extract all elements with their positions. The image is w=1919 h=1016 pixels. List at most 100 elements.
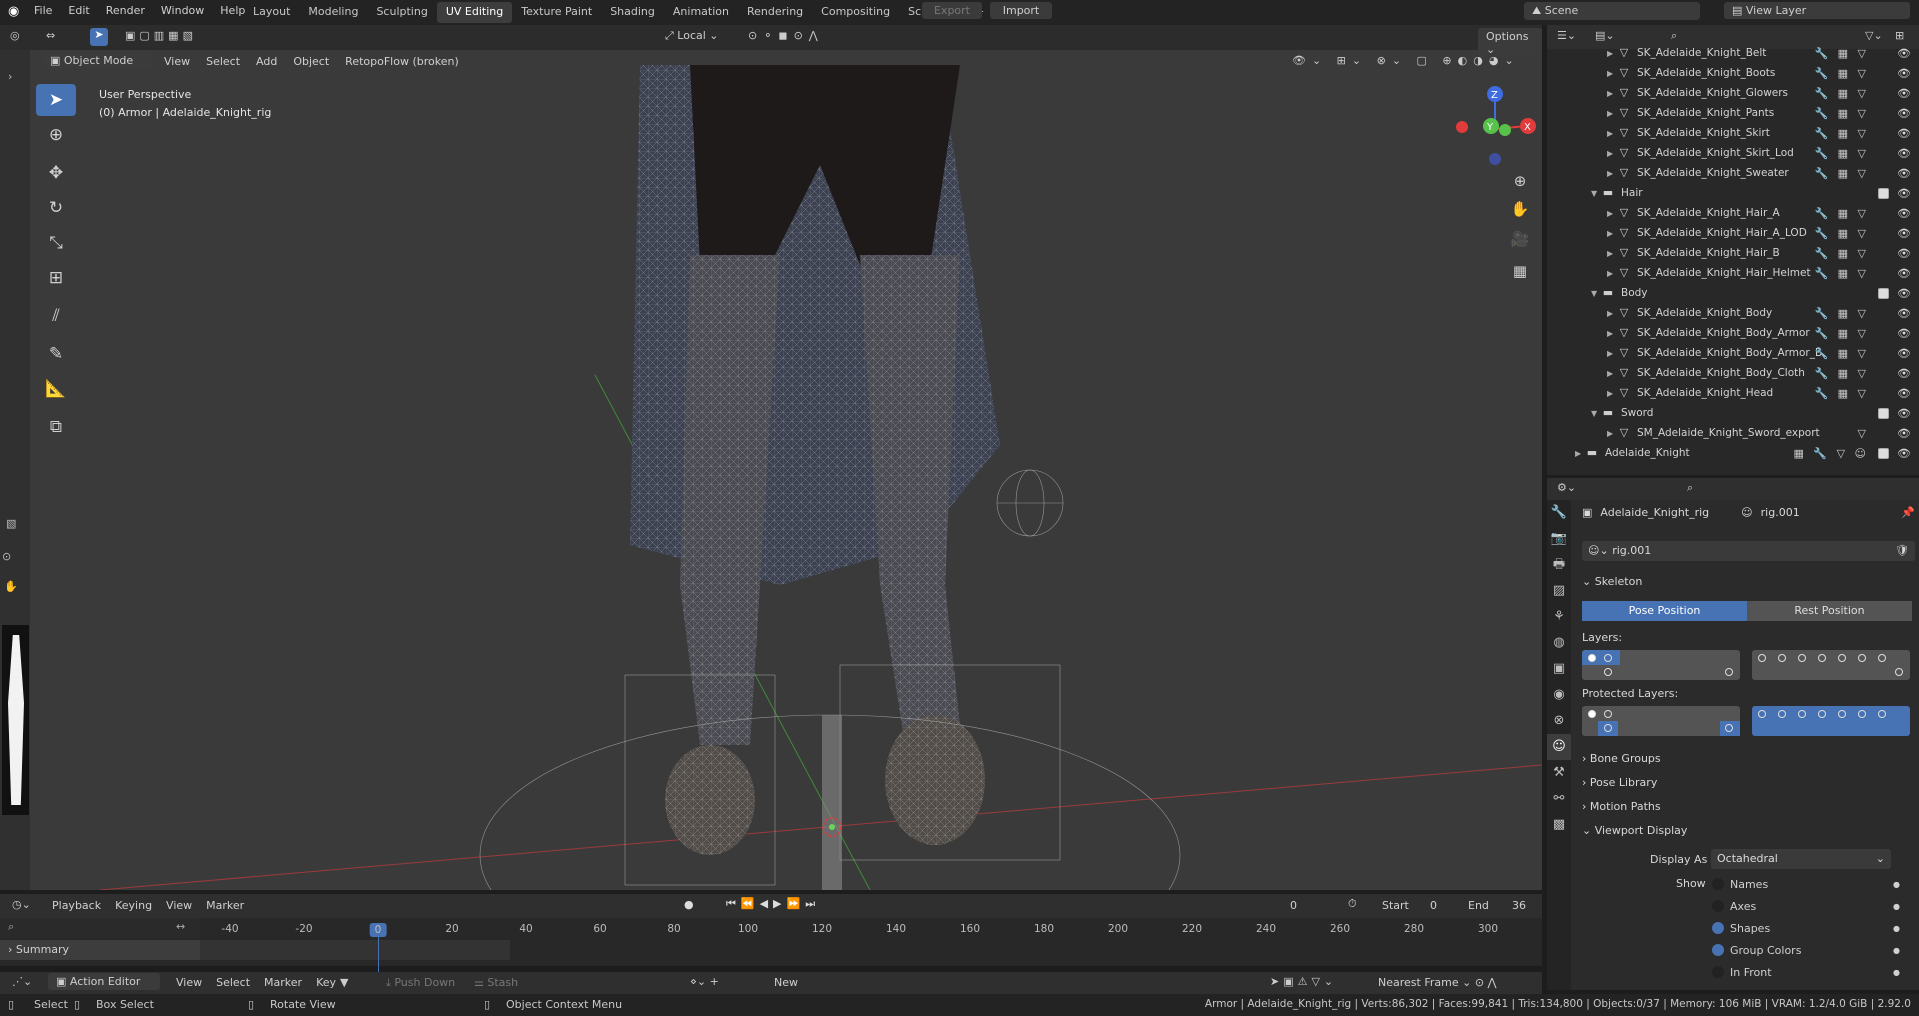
menu-ae-view[interactable]: View	[176, 976, 202, 989]
exclude-checkbox[interactable]	[1878, 187, 1889, 199]
expand-arrow-icon[interactable]: ▶	[1607, 369, 1617, 378]
playback-controls[interactable]: ⏮⏪◀▶⏩⏭	[726, 897, 820, 911]
editor-type-icon[interactable]: ◎	[10, 29, 20, 42]
motion-paths-panel[interactable]: › Motion Paths	[1582, 800, 1915, 813]
armature-data-tab-icon[interactable]: ☺	[1547, 734, 1571, 760]
mode-selector[interactable]: ▣ Object Mode	[42, 52, 152, 69]
visibility-eye-icon[interactable]: 👁	[1897, 327, 1911, 340]
cursor-tool-icon[interactable]: ⊕	[36, 119, 76, 151]
stash-button[interactable]: ⚌ Stash	[474, 976, 518, 989]
visibility-eye-icon[interactable]: 👁	[1897, 147, 1911, 160]
outliner-object-row[interactable]: ▶ ▽ SK_Adelaide_Knight_Body_Armor 🔧 ▦ ▽ 👁	[1547, 323, 1919, 343]
exclude-checkbox[interactable]	[1878, 447, 1889, 459]
visibility-eye-icon[interactable]: 👁	[1897, 67, 1911, 80]
transform-tool-icon[interactable]: ⊞	[36, 262, 76, 294]
expand-arrow-icon[interactable]: ▶	[1607, 429, 1617, 438]
show-option-3[interactable]: Group Colors ●	[1712, 940, 1912, 960]
expand-arrow-icon[interactable]: ▶	[1607, 389, 1617, 398]
draw-tool-icon[interactable]: ✎	[36, 338, 76, 370]
visibility-eye-icon[interactable]: 👁	[1897, 387, 1911, 400]
visibility-eye-icon[interactable]: 👁	[1897, 47, 1911, 60]
menu-select[interactable]: Select	[206, 55, 240, 68]
expand-arrow-icon[interactable]: ▶	[1607, 49, 1617, 58]
swap-icon[interactable]: ↔	[176, 920, 185, 933]
view-layer-selector[interactable]: ▤ View Layer	[1724, 2, 1910, 19]
tab-compositing[interactable]: Compositing	[812, 2, 899, 23]
snap-mode[interactable]: Nearest Frame ⌄ ⊙ ⋀	[1378, 976, 1497, 989]
outliner-object-row[interactable]: ▶ ▽ SK_Adelaide_Knight_Skirt_Lod 🔧 ▦ ▽ 👁	[1547, 143, 1919, 163]
navigation-gizmo[interactable]: Z X Y	[1450, 84, 1540, 174]
import-button[interactable]: Import	[990, 2, 1052, 19]
move-tool-icon[interactable]: ✥	[36, 157, 76, 189]
new-collection-icon[interactable]: ⊞	[1895, 29, 1904, 42]
outliner-object-row[interactable]: ▶ ▽ SK_Adelaide_Knight_Sweater 🔧 ▦ ▽ 👁	[1547, 163, 1919, 183]
show-option-4[interactable]: In Front ●	[1712, 962, 1912, 982]
measure-tool-icon[interactable]: 📐	[36, 373, 76, 405]
menu-timeline-view[interactable]: View	[166, 899, 192, 912]
export-button[interactable]: Export	[922, 2, 982, 19]
layers-group-b[interactable]	[1752, 650, 1910, 680]
visibility-eye-icon[interactable]: 👁	[1897, 367, 1911, 380]
outliner-collection-row[interactable]: ▼ ▬ Body 👁	[1547, 283, 1919, 303]
show-checkbox[interactable]	[1712, 966, 1724, 978]
bone-tab-icon[interactable]: ⚒	[1547, 760, 1571, 786]
pose-position-button[interactable]: Pose Position	[1582, 601, 1747, 621]
scene-tab-icon[interactable]: ⚘	[1547, 604, 1571, 630]
expand-arrow-icon[interactable]: ▶	[1607, 129, 1617, 138]
view-layer-tab-icon[interactable]: ▨	[1547, 578, 1571, 604]
bone-constraints-tab-icon[interactable]: ⚯	[1547, 786, 1571, 812]
select-cursor-icon[interactable]: ➤	[90, 28, 108, 46]
visibility-eye-icon[interactable]: 👁	[1897, 107, 1911, 120]
outliner-object-row[interactable]: ▶ ▽ SK_Adelaide_Knight_Hair_A 🔧 ▦ ▽ 👁	[1547, 203, 1919, 223]
show-checkbox[interactable]	[1712, 900, 1724, 912]
menu-ae-marker[interactable]: Marker	[264, 976, 302, 989]
outliner-editor-icon[interactable]: ☰⌄	[1557, 29, 1576, 42]
display-mode-icon[interactable]: ▤⌄	[1595, 29, 1615, 42]
annotate-tool-icon[interactable]: ⫽	[36, 300, 76, 332]
visibility-eye-icon[interactable]: 👁	[1897, 427, 1911, 440]
protected-layers-group-a[interactable]	[1582, 706, 1740, 736]
visibility-eye-icon[interactable]: 👁	[1897, 267, 1911, 280]
expand-arrow-icon[interactable]: ▼	[1591, 409, 1601, 418]
expand-arrow-icon[interactable]: ▶	[1607, 69, 1617, 78]
auto-key-record-icon[interactable]: ●	[684, 898, 694, 911]
outliner-object-row[interactable]: ▶ ▽ SK_Adelaide_Knight_Pants 🔧 ▦ ▽ 👁	[1547, 103, 1919, 123]
zoom-icon[interactable]: ⊕	[1508, 172, 1532, 196]
show-checkbox[interactable]	[1712, 944, 1724, 956]
hand-icon[interactable]: ✋	[4, 580, 18, 593]
output-tab-icon[interactable]: 🖶	[1547, 552, 1571, 578]
transform-orientation[interactable]: ⤢ Local ⌄	[665, 29, 719, 43]
camera-icon[interactable]: 🎥	[1508, 230, 1532, 254]
start-frame-field[interactable]: 0	[1430, 899, 1437, 912]
visibility-eye-icon[interactable]: 👁	[1897, 167, 1911, 180]
timeline-editor-icon[interactable]: ◷⌄	[12, 898, 31, 911]
outliner-object-row[interactable]: ▶ ▽ SK_Adelaide_Knight_Hair_A_LOD 🔧 ▦ ▽ 👁	[1547, 223, 1919, 243]
outliner-object-row[interactable]: ▶ ▽ SK_Adelaide_Knight_Glowers 🔧 ▦ ▽ 👁	[1547, 83, 1919, 103]
show-checkbox[interactable]	[1712, 922, 1724, 934]
end-frame-field[interactable]: 36	[1512, 899, 1526, 912]
summary-channel[interactable]: › Summary	[0, 940, 200, 960]
outliner-object-row[interactable]: ▶ ▽ SK_Adelaide_Knight_Hair_B 🔧 ▦ ▽ 👁	[1547, 243, 1919, 263]
browse-action-icon[interactable]: ⋄⌄ +	[690, 975, 719, 988]
3d-viewport[interactable]	[0, 25, 1542, 890]
rest-position-button[interactable]: Rest Position	[1747, 601, 1912, 621]
fake-user-shield-icon[interactable]: 🛡	[1895, 544, 1909, 557]
expand-arrow-icon[interactable]: ▼	[1591, 189, 1601, 198]
properties-editor-icon[interactable]: ⚙⌄	[1557, 481, 1576, 494]
timeline-search[interactable]: ⌕ ↔	[0, 918, 200, 938]
menu-render[interactable]: Render	[106, 4, 145, 17]
outliner-object-row[interactable]: ▶ ▽ SK_Adelaide_Knight_Head 🔧 ▦ ▽ 👁	[1547, 383, 1919, 403]
outliner-object-row[interactable]: ▶ ▽ SK_Adelaide_Knight_Belt 🔧 ▦ ▽ 👁	[1547, 43, 1919, 63]
skeleton-panel-header[interactable]: ⌄ Skeleton	[1582, 575, 1915, 588]
menu-ae-select[interactable]: Select	[216, 976, 250, 989]
outliner-collection-row[interactable]: ▼ ▬ Sword 👁	[1547, 403, 1919, 423]
zoom-icon[interactable]: ⊙	[2, 550, 11, 563]
expand-arrow-icon[interactable]: ▶	[1607, 89, 1617, 98]
visibility-eye-icon[interactable]: 👁	[1897, 407, 1911, 420]
pose-library-panel[interactable]: › Pose Library	[1582, 776, 1915, 789]
current-frame-field[interactable]: 0	[1290, 899, 1297, 912]
viewport-overlay-icons[interactable]: 👁⌄ ⊞⌄ ⊗⌄ ▢ ⊕◐◑◕⌄	[1292, 54, 1520, 67]
search-icon[interactable]: ⌕	[1671, 29, 1677, 43]
texture-tab-icon[interactable]: ▩	[1547, 812, 1571, 838]
filter-icons[interactable]: ➤▣⚠▽⌄	[1270, 975, 1337, 988]
